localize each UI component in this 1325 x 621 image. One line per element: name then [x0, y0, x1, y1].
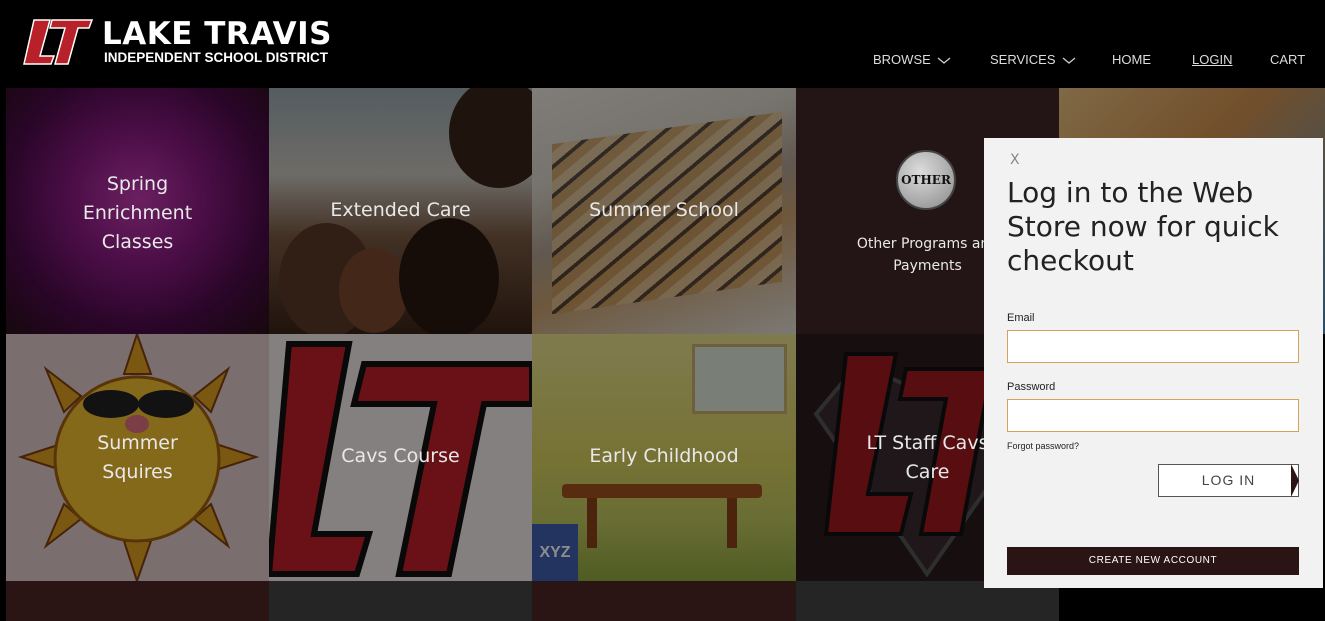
logo-title: LAKE TRAVIS: [102, 16, 332, 52]
modal-title: Log in to the Web Store now for quick ch…: [1007, 176, 1279, 277]
create-account-button[interactable]: CREATE NEW ACCOUNT: [1007, 547, 1299, 575]
tile-label: Spring Enrichment Classes: [82, 173, 193, 253]
email-field[interactable]: [1007, 330, 1299, 363]
forgot-password-link[interactable]: Forgot password?: [1007, 441, 1079, 451]
login-button-label: LOG IN: [1201, 472, 1256, 488]
tile-spring-enrichment[interactable]: Spring Enrichment Classes: [6, 88, 269, 334]
tile-label: Extended Care: [330, 199, 471, 221]
other-badge-label: OTHER: [901, 173, 951, 187]
tile-cavs-course[interactable]: Cavs Course: [269, 334, 532, 581]
chevron-down-icon: [937, 57, 951, 64]
tile-row3-1[interactable]: [6, 581, 269, 621]
nav-browse[interactable]: BROWSE: [873, 52, 951, 67]
other-badge-icon: OTHER: [896, 150, 956, 210]
nav-cart[interactable]: CART: [1270, 52, 1305, 67]
login-modal: X Log in to the Web Store now for quick …: [984, 138, 1323, 588]
nav-login[interactable]: LOGIN: [1192, 52, 1232, 67]
button-arrow-icon: [1291, 464, 1299, 497]
block-letters: XYZ: [532, 524, 578, 581]
tile-early-childhood[interactable]: XYZ Early Childhood: [532, 334, 796, 581]
close-button[interactable]: X: [1010, 152, 1020, 168]
nav-home[interactable]: HOME: [1112, 52, 1151, 67]
chevron-down-icon: [1062, 57, 1075, 64]
tile-summer-school[interactable]: Summer School: [532, 88, 796, 334]
tile-label: Summer Squires: [97, 432, 178, 483]
tile-summer-squires[interactable]: Summer Squires: [6, 334, 269, 581]
nav-services[interactable]: SERVICES: [990, 52, 1076, 67]
tile-row3-2[interactable]: [269, 581, 532, 621]
nav-services-label: SERVICES: [990, 52, 1056, 67]
tile-label: Cavs Course: [341, 445, 460, 467]
password-field[interactable]: [1007, 399, 1299, 432]
login-button[interactable]: LOG IN: [1158, 464, 1299, 497]
email-label: Email: [1007, 312, 1035, 324]
tile-row3-3[interactable]: [532, 581, 796, 621]
tile-extended-care[interactable]: Extended Care: [269, 88, 532, 334]
nav-browse-label: BROWSE: [873, 52, 931, 67]
tile-label: Early Childhood: [589, 445, 739, 467]
tile-label: Summer School: [589, 199, 739, 221]
password-label: Password: [1007, 381, 1056, 393]
site-header: LAKE TRAVIS INDEPENDENT SCHOOL DISTRICT …: [0, 0, 1325, 88]
main-nav: BROWSE SERVICES HOME LOGIN CART: [0, 52, 1325, 72]
